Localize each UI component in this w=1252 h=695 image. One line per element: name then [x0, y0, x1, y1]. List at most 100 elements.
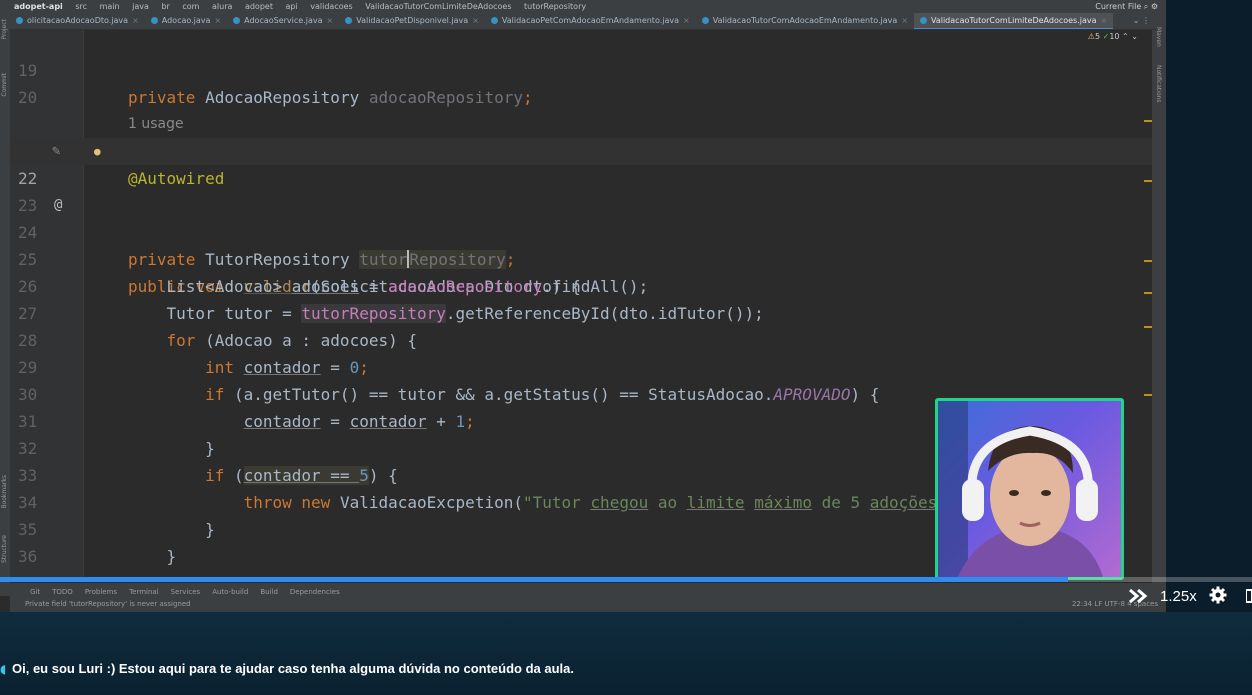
editor-tab-label: ValidacaoPetComAdocaoEmAndamento.java — [501, 16, 680, 25]
notifications-tool-label[interactable]: Notifications — [1155, 65, 1162, 103]
code-line: 24 @ public void validar(SolicitacaoAdoc… — [10, 192, 1152, 296]
video-player[interactable]: adopet-api src main java br com alura ad… — [0, 0, 1252, 695]
breadcrumb-item[interactable]: com — [182, 2, 199, 11]
code-line: 21 @Autowired — [10, 111, 1152, 188]
editor-tab[interactable]: ValidacaoPetDisponivel.java × — [339, 13, 485, 29]
instructor-webcam — [935, 398, 1124, 580]
java-class-icon — [919, 17, 927, 24]
close-icon[interactable]: × — [132, 16, 139, 25]
code-line: 23 — [10, 165, 1152, 215]
run-config-label: Current File — [1095, 2, 1142, 11]
code-line: 30 contador = contador + 1; — [10, 354, 1152, 431]
status-message: Private field 'tutorRepository' is never… — [25, 600, 191, 608]
tool-window-bar: Git TODO Problems Terminal Services Auto-buil… — [30, 588, 352, 596]
code-line-current: 22 ✎ ● private TutorRepository tutor Repo… — [10, 138, 1152, 269]
java-class-icon — [490, 17, 498, 24]
edit-icon[interactable]: ✎ — [52, 138, 60, 165]
code-line: 1 usage — [10, 84, 1152, 132]
gear-icon[interactable]: ⚙ — [1151, 2, 1158, 11]
java-class-icon — [150, 17, 158, 24]
warning-marker[interactable] — [1144, 394, 1152, 396]
code-line: 29 if (a.getTutor() == tutor && a.getSta… — [10, 327, 1152, 404]
tab-overflow-icon[interactable]: ⌄ ⋮ — [1126, 13, 1156, 29]
warning-marker[interactable] — [1144, 326, 1152, 328]
breadcrumb-item[interactable]: main — [100, 2, 120, 11]
breadcrumb-item[interactable]: adopet-api — [14, 2, 63, 11]
search-icon[interactable]: ⌕ — [1144, 2, 1148, 11]
editor-tab-label: ValidacaoPetDisponivel.java — [356, 16, 469, 25]
code-line: 19 private AdocaoRepository adocaoReposi… — [10, 30, 1152, 107]
code-line: 26 Tutor tutor = tutorRepository.getRefe… — [10, 246, 1152, 323]
close-icon[interactable]: × — [1101, 16, 1108, 25]
tool-window-button[interactable]: Build — [260, 588, 278, 596]
bookmarks-tool-label[interactable]: Bookmarks — [1, 475, 8, 509]
warning-marker[interactable] — [1144, 292, 1152, 294]
video-progress-fill — [0, 577, 1068, 582]
java-class-icon — [345, 17, 353, 24]
editor-tab-label: AdocaoService.java — [244, 16, 323, 25]
lightbulb-icon[interactable]: ● — [94, 138, 101, 165]
at-icon[interactable]: @ — [54, 192, 62, 219]
video-progress-bar[interactable] — [0, 577, 1252, 582]
java-class-icon — [233, 17, 241, 24]
breadcrumb-item[interactable]: ValidacaoTutorComLimiteDeAdocoes — [365, 2, 511, 11]
editor-tab[interactable]: Adocao.java × — [145, 13, 227, 29]
maven-tool-label[interactable]: Maven — [1155, 27, 1162, 47]
code-line: 25 List<Adocao> adocoes = adocaoReposito… — [10, 219, 1152, 296]
settings-gear-icon[interactable] — [1209, 586, 1227, 604]
editor-tab[interactable]: ValidacaoTutorComAdocaoEmAndamento.java × — [696, 13, 914, 29]
tool-window-button[interactable]: Dependencies — [290, 588, 340, 596]
tool-window-button[interactable]: Problems — [85, 588, 117, 596]
breadcrumb: adopet-api src main java br com alura ad… — [0, 0, 1166, 13]
project-tool-label[interactable]: Project — [1, 19, 8, 40]
breadcrumb-item[interactable]: br — [161, 2, 169, 11]
breadcrumb-item[interactable]: alura — [212, 2, 232, 11]
close-icon[interactable]: × — [327, 16, 334, 25]
java-class-icon — [16, 17, 23, 24]
tool-window-button[interactable]: Git — [30, 588, 40, 596]
instructor-portrait — [938, 401, 1103, 577]
editor-tab-label: ValidacaoTutorComAdocaoEmAndamento.java — [712, 16, 898, 25]
status-bar: Git TODO Problems Terminal Services Auto-buil… — [10, 583, 1166, 612]
tool-window-button[interactable]: Services — [171, 588, 201, 596]
editor-tab-label: olicitacaoAdocaoDto.java — [27, 16, 129, 25]
editor-tab[interactable]: ValidacaoPetComAdocaoEmAndamento.java × — [485, 13, 696, 29]
editor-tab[interactable]: olicitacaoAdocaoDto.java × — [10, 13, 145, 29]
warning-marker[interactable] — [1144, 260, 1152, 262]
breadcrumb-item[interactable]: api — [286, 2, 298, 11]
right-tool-strip: Maven Notifications — [1152, 13, 1166, 596]
skip-forward-icon[interactable] — [1128, 586, 1148, 606]
code-line: 27 for (Adocao a : adocoes) { — [10, 273, 1152, 350]
breadcrumb-item[interactable]: java — [132, 2, 149, 11]
editor-tab[interactable]: ValidacaoTutorComLimiteDeAdocoes.java × — [913, 13, 1114, 29]
tool-window-button[interactable]: Terminal — [129, 588, 159, 596]
close-icon[interactable]: × — [472, 16, 479, 25]
breadcrumb-item[interactable]: src — [75, 2, 87, 11]
close-icon[interactable]: × — [901, 16, 908, 25]
close-icon[interactable]: × — [214, 16, 221, 25]
editor-tabs: olicitacaoAdocaoDto.java × Adocao.java × Ado… — [10, 13, 1156, 30]
warning-marker[interactable] — [1144, 120, 1152, 122]
tool-window-button[interactable]: Auto-build — [212, 588, 248, 596]
warning-marker[interactable] — [1144, 180, 1152, 182]
close-icon[interactable]: × — [683, 16, 690, 25]
structure-tool-label[interactable]: Structure — [1, 535, 8, 563]
editor-tab[interactable]: AdocaoService.java × — [227, 13, 339, 29]
assistant-banner[interactable]: ◖ Oi, eu sou Luri :) Estou aqui para te … — [0, 612, 1252, 695]
breadcrumb-item[interactable]: adopet — [245, 2, 273, 11]
code-line: 28 int contador = 0; — [10, 300, 1152, 377]
playback-speed-button[interactable]: 1.25x — [1160, 588, 1197, 605]
code-line: 20 — [10, 57, 1152, 107]
assistant-icon: ◖ — [0, 662, 7, 676]
tool-window-button[interactable]: TODO — [52, 588, 73, 596]
left-tool-strip: Project Commit Bookmarks Structure — [0, 13, 10, 596]
breadcrumb-item[interactable]: validacoes — [310, 2, 352, 11]
run-config-selector[interactable]: Current File ⌕ ⚙ — [1095, 0, 1158, 13]
editor-tab-label: ValidacaoTutorComLimiteDeAdocoes.java — [930, 16, 1097, 25]
java-class-icon — [701, 17, 709, 24]
editor-tab-label: Adocao.java — [161, 16, 211, 25]
breadcrumb-item[interactable]: tutorRepository — [524, 2, 586, 11]
assistant-message: Oi, eu sou Luri :) Estou aqui para te aj… — [12, 661, 574, 676]
fullscreen-icon[interactable] — [1245, 588, 1252, 604]
commit-tool-label[interactable]: Commit — [1, 73, 8, 97]
